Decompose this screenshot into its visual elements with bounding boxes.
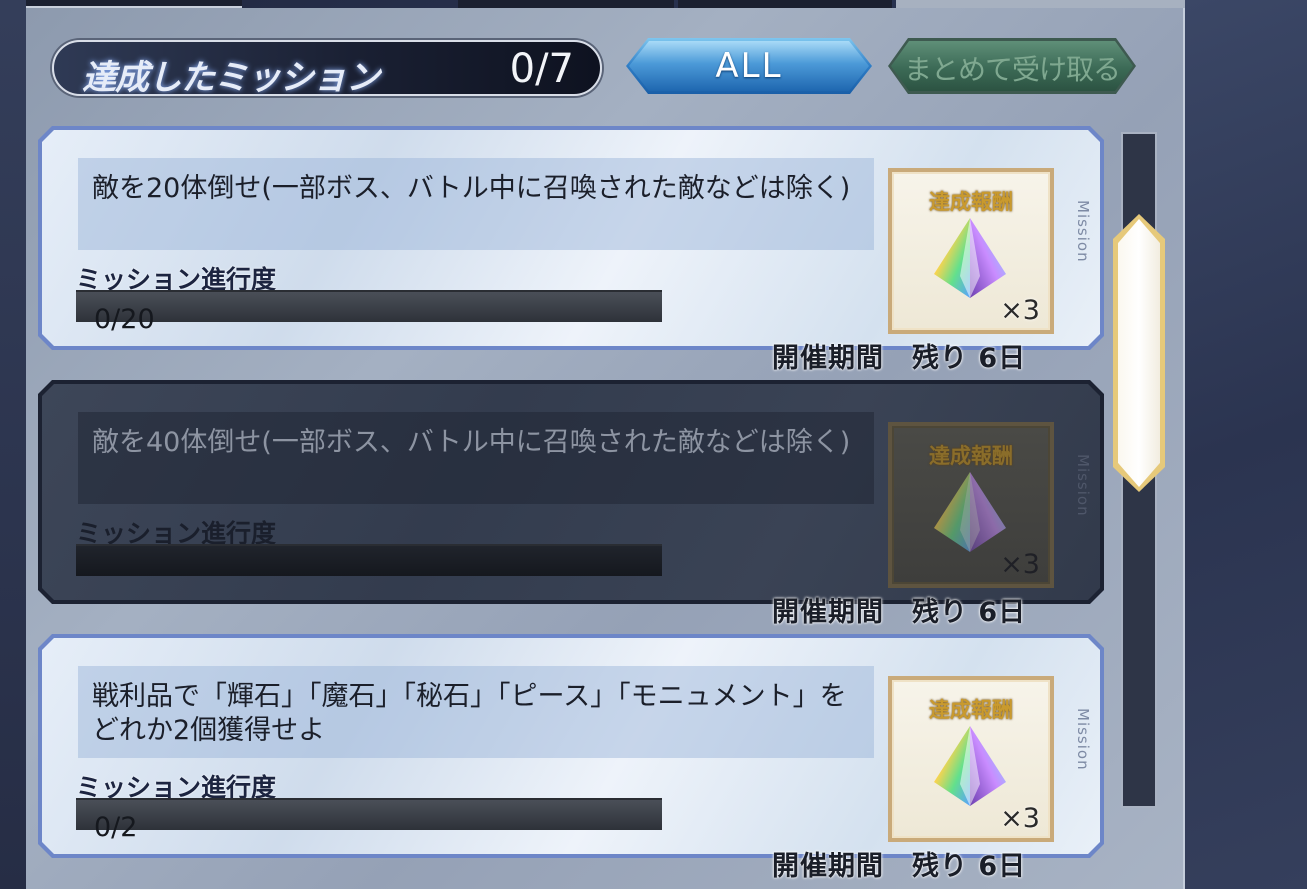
mission-card-body: 敵を20体倒せ(一部ボス、バトル中に召喚された敵などは除く) ミッション進行度 … (42, 130, 1100, 346)
tab-1[interactable] (26, 0, 242, 8)
top-tab-strip (26, 0, 1185, 8)
filter-all-button[interactable]: ALL (626, 38, 872, 94)
mission-period: 開催期間 残り 6日 (772, 343, 1027, 374)
mission-progress-bar (76, 544, 662, 576)
completed-missions-title: 達成したミッション (82, 58, 380, 98)
mission-side-tag: Mission (1074, 454, 1092, 517)
mission-reward[interactable]: 達成報酬 ×3 (888, 676, 1054, 842)
mission-card[interactable]: 敵を20体倒せ(一部ボス、バトル中に召喚された敵などは除く) ミッション進行度 … (38, 126, 1104, 350)
mission-card-locked[interactable]: 敵を40体倒せ(一部ボス、バトル中に召喚された敵などは除く) ミッション進行度 … (38, 380, 1104, 604)
completed-missions-header: 達成したミッション 0/7 (52, 40, 602, 98)
completed-missions-count: 0/7 (509, 46, 574, 92)
mission-progress-text: 0/20 (94, 304, 155, 335)
mission-description: 敵を40体倒せ(一部ボス、バトル中に召喚された敵などは除く) (92, 427, 851, 458)
tab-3[interactable] (678, 0, 892, 8)
mission-description-box: 戦利品で「輝石」「魔石」「秘石」「ピース」「モニュメント」をどれか2個獲得せよ (78, 666, 874, 758)
mission-progress-bar (76, 798, 662, 830)
collect-all-button[interactable]: まとめて受け取る (888, 38, 1136, 94)
collect-all-label: まとめて受け取る (903, 53, 1120, 86)
mission-card-body: 敵を40体倒せ(一部ボス、バトル中に召喚された敵などは除く) ミッション進行度 … (42, 384, 1100, 600)
reward-title: 達成報酬 (929, 698, 1013, 722)
tab-4[interactable] (896, 0, 1185, 8)
tab-2[interactable] (458, 0, 674, 8)
scrollbar-thumb-face (1118, 219, 1160, 487)
filter-all-label: ALL (715, 46, 783, 86)
mission-progress-text: 0/2 (94, 812, 138, 843)
mission-description-box: 敵を20体倒せ(一部ボス、バトル中に召喚された敵などは除く) (78, 158, 874, 250)
mission-progress-bar (76, 290, 662, 322)
mission-period: 開催期間 残り 6日 (772, 597, 1027, 628)
saint-quartz-icon (930, 216, 1010, 300)
scrollbar-thumb[interactable] (1113, 214, 1165, 492)
background-right (1185, 0, 1307, 889)
reward-quantity: ×3 (1000, 549, 1040, 580)
reward-title: 達成報酬 (929, 444, 1013, 468)
reward-quantity: ×3 (1000, 803, 1040, 834)
mission-description: 戦利品で「輝石」「魔石」「秘石」「ピース」「モニュメント」をどれか2個獲得せよ (92, 681, 847, 746)
mission-reward[interactable]: 達成報酬 ×3 (888, 422, 1054, 588)
mission-description-box: 敵を40体倒せ(一部ボス、バトル中に召喚された敵などは除く) (78, 412, 874, 504)
saint-quartz-icon (930, 470, 1010, 554)
mission-period: 開催期間 残り 6日 (772, 851, 1027, 882)
reward-quantity: ×3 (1000, 295, 1040, 326)
mission-side-tag: Mission (1074, 708, 1092, 771)
background-left (0, 0, 26, 889)
mission-side-tag: Mission (1074, 200, 1092, 263)
saint-quartz-icon (930, 724, 1010, 808)
reward-title: 達成報酬 (929, 190, 1013, 214)
mission-card[interactable]: 戦利品で「輝石」「魔石」「秘石」「ピース」「モニュメント」をどれか2個獲得せよ … (38, 634, 1104, 858)
mission-card-body: 戦利品で「輝石」「魔石」「秘石」「ピース」「モニュメント」をどれか2個獲得せよ … (42, 638, 1100, 854)
mission-description: 敵を20体倒せ(一部ボス、バトル中に召喚された敵などは除く) (92, 173, 851, 204)
mission-reward[interactable]: 達成報酬 ×3 (888, 168, 1054, 334)
